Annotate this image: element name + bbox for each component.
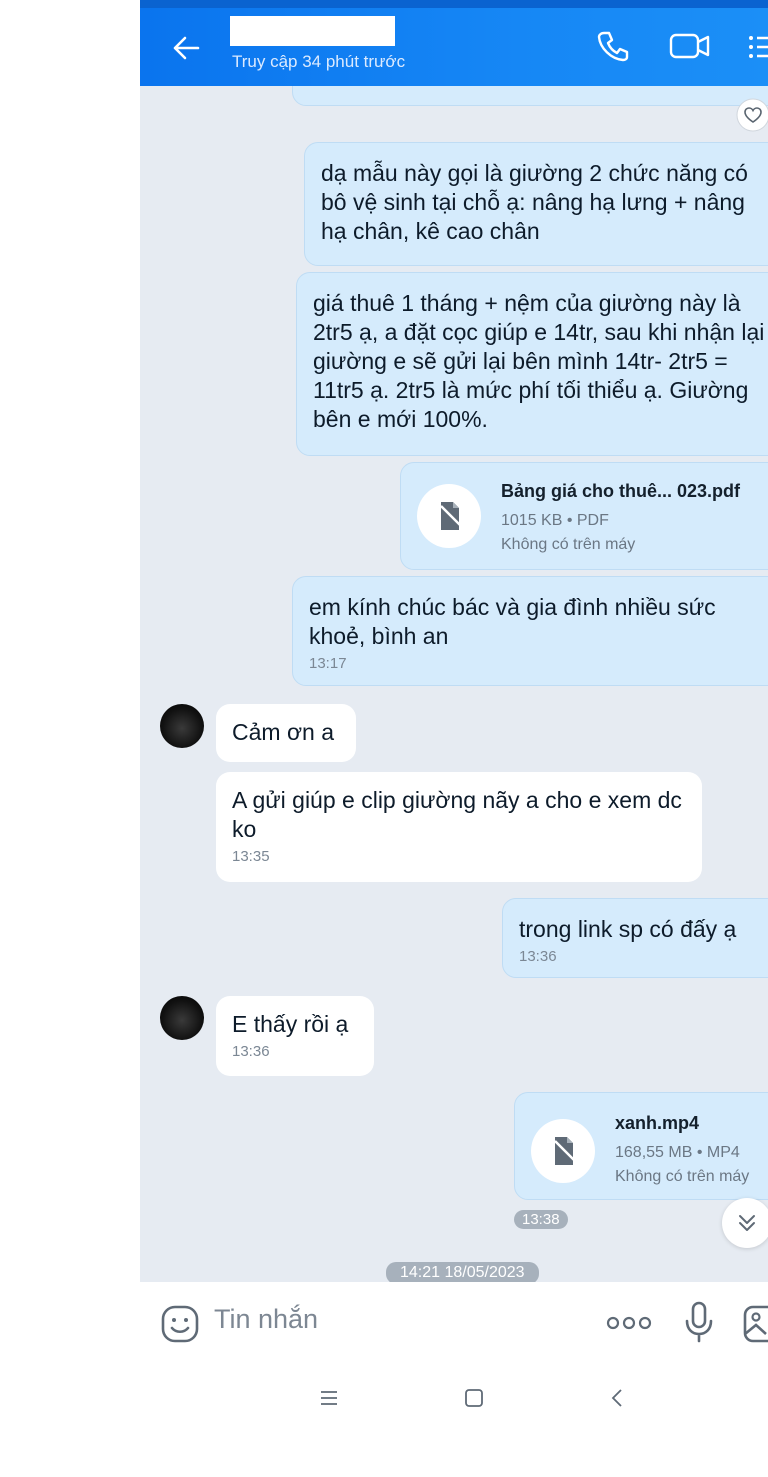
- file-attachment-video[interactable]: xanh.mp4 168,55 MB • MP4 Không có trên m…: [514, 1092, 768, 1200]
- message-text: em kính chúc bác và gia đình nhiều sức k…: [309, 594, 716, 649]
- message-input-bar: Tin nhắn: [140, 1282, 768, 1364]
- emoji-icon[interactable]: [160, 1304, 200, 1344]
- contact-avatar[interactable]: [160, 704, 204, 748]
- double-chevron-down-icon: [739, 1215, 755, 1231]
- date-separator: 14:21 18/05/2023: [386, 1262, 539, 1282]
- file-size: 1015 KB • PDF: [501, 512, 609, 529]
- last-seen-status: Truy cập 34 phút trước: [232, 52, 406, 71]
- message-bubble-outgoing[interactable]: trong link sp có đấy ạ 13:36: [502, 898, 768, 978]
- more-dots-icon[interactable]: [606, 1312, 652, 1334]
- file-icon: [417, 484, 481, 548]
- file-attachment-pdf[interactable]: Bảng giá cho thuê... 023.pdf 1015 KB • P…: [400, 462, 768, 570]
- message-time: 13:38: [514, 1210, 568, 1229]
- message-time: 13:17: [309, 655, 347, 672]
- file-size: 168,55 MB • MP4: [615, 1144, 740, 1161]
- message-text: dạ mẫu này gọi là giường 2 chức năng có …: [321, 160, 748, 244]
- home-icon[interactable]: [464, 1388, 484, 1408]
- message-text: A gửi giúp e clip giường nãy a cho e xem…: [232, 787, 682, 842]
- nav-back-icon[interactable]: [610, 1388, 624, 1408]
- chat-messages[interactable]: dạ mẫu này gọi là giường 2 chức năng có …: [140, 86, 768, 1282]
- message-text: trong link sp có đấy ạ: [519, 916, 737, 942]
- contact-avatar[interactable]: [160, 996, 204, 1040]
- system-navigation-bar: [140, 1364, 768, 1477]
- message-bubble-incoming[interactable]: A gửi giúp e clip giường nãy a cho e xem…: [216, 772, 702, 882]
- video-camera-icon[interactable]: [668, 30, 712, 62]
- file-name: Bảng giá cho thuê... 023.pdf: [501, 481, 741, 501]
- message-bubble-outgoing[interactable]: giá thuê 1 tháng + nệm của giường này là…: [296, 272, 768, 456]
- file-status: Không có trên máy: [501, 536, 636, 553]
- message-bubble-incoming[interactable]: Cảm ơn a: [216, 704, 356, 762]
- message-time: 13:35: [232, 848, 270, 865]
- heart-icon[interactable]: [736, 98, 768, 132]
- message-text: giá thuê 1 tháng + nệm của giường này là…: [313, 290, 765, 432]
- phone-screen: Truy cập 34 phút trước dạ mẫu này gọi là…: [140, 0, 768, 1477]
- status-strip: [140, 0, 768, 8]
- message-time: 13:36: [232, 1043, 270, 1060]
- recent-apps-icon[interactable]: [320, 1390, 338, 1406]
- message-bubble-outgoing[interactable]: dạ mẫu này gọi là giường 2 chức năng có …: [304, 142, 768, 266]
- message-bubble-incoming[interactable]: E thấy rồi ạ 13:36: [216, 996, 374, 1076]
- list-menu-icon[interactable]: [746, 32, 768, 62]
- message-text: Cảm ơn a: [232, 719, 335, 745]
- microphone-icon[interactable]: [682, 1300, 716, 1344]
- contact-name-redacted[interactable]: [230, 16, 395, 46]
- message-time: 13:36: [519, 948, 557, 965]
- file-status: Không có trên máy: [615, 1168, 750, 1185]
- message-bubble-previous[interactable]: [292, 86, 768, 106]
- image-icon[interactable]: [742, 1304, 768, 1344]
- file-icon: [531, 1119, 595, 1183]
- message-input[interactable]: Tin nhắn: [214, 1304, 318, 1335]
- scroll-to-bottom-button[interactable]: [722, 1198, 768, 1248]
- arrow-left-icon[interactable]: [170, 32, 202, 64]
- message-bubble-outgoing[interactable]: em kính chúc bác và gia đình nhiều sức k…: [292, 576, 768, 686]
- phone-icon[interactable]: [595, 28, 631, 64]
- message-text: E thấy rồi ạ: [232, 1011, 349, 1037]
- file-name: xanh.mp4: [615, 1113, 700, 1133]
- chat-header: Truy cập 34 phút trước: [140, 0, 768, 86]
